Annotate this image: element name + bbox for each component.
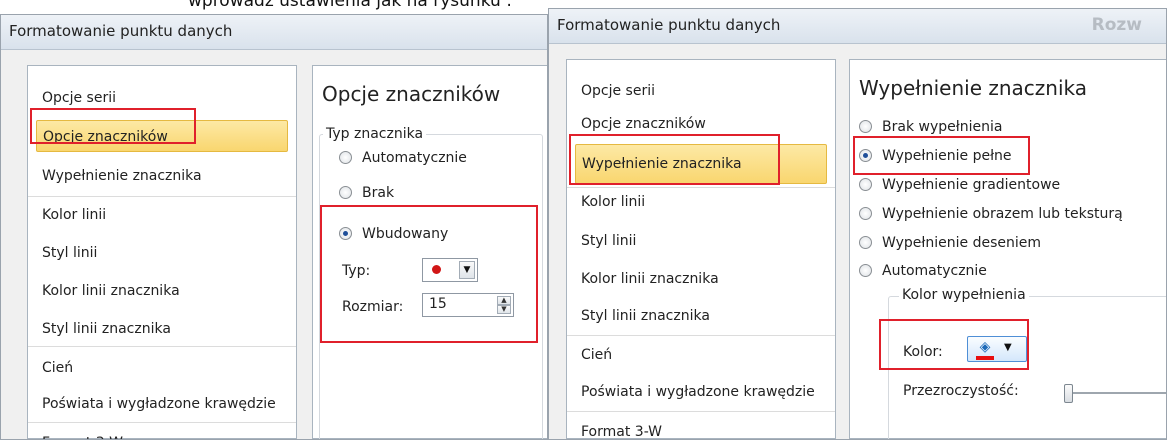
transparency-label: Przezroczystość: bbox=[903, 383, 1019, 399]
radio-picture-fill[interactable] bbox=[859, 206, 872, 220]
nav-item-marker-line-style[interactable]: Styl linii znacznika bbox=[36, 313, 288, 345]
nav-item-series-options[interactable]: Opcje serii bbox=[36, 82, 288, 114]
radio-row-gradient-fill[interactable]: Wypełnienie gradientowe bbox=[859, 174, 1060, 196]
nav-item-line-style[interactable]: Styl linii bbox=[575, 225, 827, 257]
format-data-point-dialog-1: Formatowanie punktu danych Opcje serii O… bbox=[0, 14, 548, 440]
radio-label: Wypełnienie deseniem bbox=[882, 235, 1041, 251]
nav-item-series-options[interactable]: Opcje serii bbox=[575, 75, 827, 107]
radio-label: Wbudowany bbox=[362, 226, 449, 242]
radio-none[interactable] bbox=[339, 185, 352, 199]
nav-item-shadow[interactable]: Cień bbox=[575, 339, 827, 371]
group-label-marker-type: Typ znacznika bbox=[323, 126, 427, 142]
radio-row-none[interactable]: Brak bbox=[339, 182, 394, 204]
nav-item-marker-line-color[interactable]: Kolor linii znacznika bbox=[36, 275, 288, 307]
nav-item-line-style[interactable]: Styl linii bbox=[36, 237, 288, 269]
radio-pattern-fill[interactable] bbox=[859, 235, 872, 249]
instruction-caption: wprowadź ustawienia jak na rysunku : bbox=[188, 0, 512, 11]
title-bar: Formatowanie punktu danych bbox=[1, 15, 547, 50]
format-data-point-dialog-2: Formatowanie punktu danych Rozw Opcje se… bbox=[548, 8, 1167, 440]
paint-bucket-icon: ◈ bbox=[979, 339, 991, 355]
radio-automatic[interactable] bbox=[859, 263, 872, 277]
radio-builtin[interactable] bbox=[339, 226, 352, 240]
radio-label: Wypełnienie obrazem lub teksturą bbox=[882, 206, 1123, 222]
nav-item-marker-fill[interactable]: Wypełnienie znacznika bbox=[575, 144, 827, 184]
divider bbox=[567, 335, 835, 336]
nav-item-glow-soft-edges[interactable]: Poświata i wygładzone krawędzie bbox=[36, 388, 288, 420]
transparency-slider-track[interactable] bbox=[1068, 392, 1166, 394]
category-list: Opcje serii Opcje znaczników Wypełnienie… bbox=[27, 65, 297, 439]
nav-item-marker-options[interactable]: Opcje znaczników bbox=[575, 108, 827, 140]
panel-title: Wypełnienie znacznika bbox=[859, 76, 1088, 100]
radio-label: Brak wypełnienia bbox=[882, 119, 1003, 135]
radio-label: Automatycznie bbox=[362, 150, 467, 166]
group-frame bbox=[888, 296, 1166, 439]
radio-label: Wypełnienie pełne bbox=[882, 148, 1012, 164]
spin-up-icon[interactable]: ▲ bbox=[497, 296, 511, 305]
divider bbox=[28, 346, 296, 347]
group-label-fill-color: Kolor wypełnienia bbox=[899, 287, 1029, 303]
divider bbox=[567, 411, 835, 412]
group-frame bbox=[319, 134, 543, 439]
dialog-title: Formatowanie punktu danych bbox=[557, 16, 781, 34]
radio-label: Wypełnienie gradientowe bbox=[882, 177, 1061, 193]
color-label: Kolor: bbox=[903, 344, 943, 360]
marker-options-panel: Opcje znaczników Typ znacznika Automatyc… bbox=[312, 65, 547, 439]
radio-row-picture-fill[interactable]: Wypełnienie obrazem lub teksturą bbox=[859, 203, 1123, 225]
dialog-title: Formatowanie punktu danych bbox=[9, 22, 233, 40]
chevron-down-icon[interactable]: ▼ bbox=[459, 261, 475, 279]
chevron-down-icon[interactable]: ▼ bbox=[1004, 342, 1012, 353]
radio-row-automatic[interactable]: Automatycznie bbox=[859, 260, 987, 282]
fill-color-picker[interactable]: ◈ ▼ bbox=[967, 336, 1027, 362]
nav-item-shadow[interactable]: Cień bbox=[36, 352, 288, 384]
radio-label: Automatycznie bbox=[882, 263, 987, 279]
panel-title: Opcje znaczników bbox=[322, 82, 501, 106]
marker-preview bbox=[432, 265, 441, 274]
divider bbox=[28, 196, 296, 197]
nav-item-marker-line-color[interactable]: Kolor linii znacznika bbox=[575, 263, 827, 295]
radio-solid-fill[interactable] bbox=[859, 148, 872, 162]
nav-item-line-color[interactable]: Kolor linii bbox=[575, 186, 827, 218]
spin-down-icon[interactable]: ▼ bbox=[497, 305, 511, 314]
marker-type-dropdown[interactable]: ▼ bbox=[422, 258, 478, 282]
size-value[interactable]: 15 bbox=[429, 296, 447, 312]
nav-item-marker-line-style[interactable]: Styl linii znacznika bbox=[575, 300, 827, 332]
nav-item-marker-fill[interactable]: Wypełnienie znacznika bbox=[36, 160, 288, 192]
radio-automatic[interactable] bbox=[339, 150, 352, 164]
size-label: Rozmiar: bbox=[342, 299, 404, 315]
nav-item-line-color[interactable]: Kolor linii bbox=[36, 199, 288, 231]
nav-item-marker-options[interactable]: Opcje znaczników bbox=[36, 120, 288, 152]
nav-item-3d-format[interactable]: Format 3-W bbox=[575, 416, 827, 439]
radio-row-no-fill[interactable]: Brak wypełnienia bbox=[859, 116, 1002, 138]
marker-fill-panel: Wypełnienie znacznika Brak wypełnienia W… bbox=[849, 59, 1166, 439]
radio-row-solid-fill[interactable]: Wypełnienie pełne bbox=[859, 145, 1012, 167]
category-list: Opcje serii Opcje znaczników Wypełnienie… bbox=[566, 59, 836, 439]
radio-gradient-fill[interactable] bbox=[859, 177, 872, 191]
nav-item-3d-format[interactable]: Format 3-W bbox=[36, 427, 288, 439]
transparency-slider-thumb[interactable] bbox=[1064, 384, 1073, 403]
radio-label: Brak bbox=[362, 185, 395, 201]
divider bbox=[28, 422, 296, 423]
radio-no-fill[interactable] bbox=[859, 119, 872, 133]
type-label: Typ: bbox=[342, 263, 371, 279]
marker-size-spinner[interactable]: 15 ▲ ▼ bbox=[422, 293, 514, 317]
title-watermark: Rozw bbox=[1091, 15, 1142, 35]
radio-row-pattern-fill[interactable]: Wypełnienie deseniem bbox=[859, 232, 1041, 254]
radio-row-builtin[interactable]: Wbudowany bbox=[339, 223, 448, 245]
radio-row-automatic[interactable]: Automatycznie bbox=[339, 147, 467, 169]
current-color-swatch bbox=[976, 356, 994, 360]
title-bar: Formatowanie punktu danych Rozw bbox=[549, 9, 1166, 44]
nav-item-glow-soft-edges[interactable]: Poświata i wygładzone krawędzie bbox=[575, 376, 827, 408]
